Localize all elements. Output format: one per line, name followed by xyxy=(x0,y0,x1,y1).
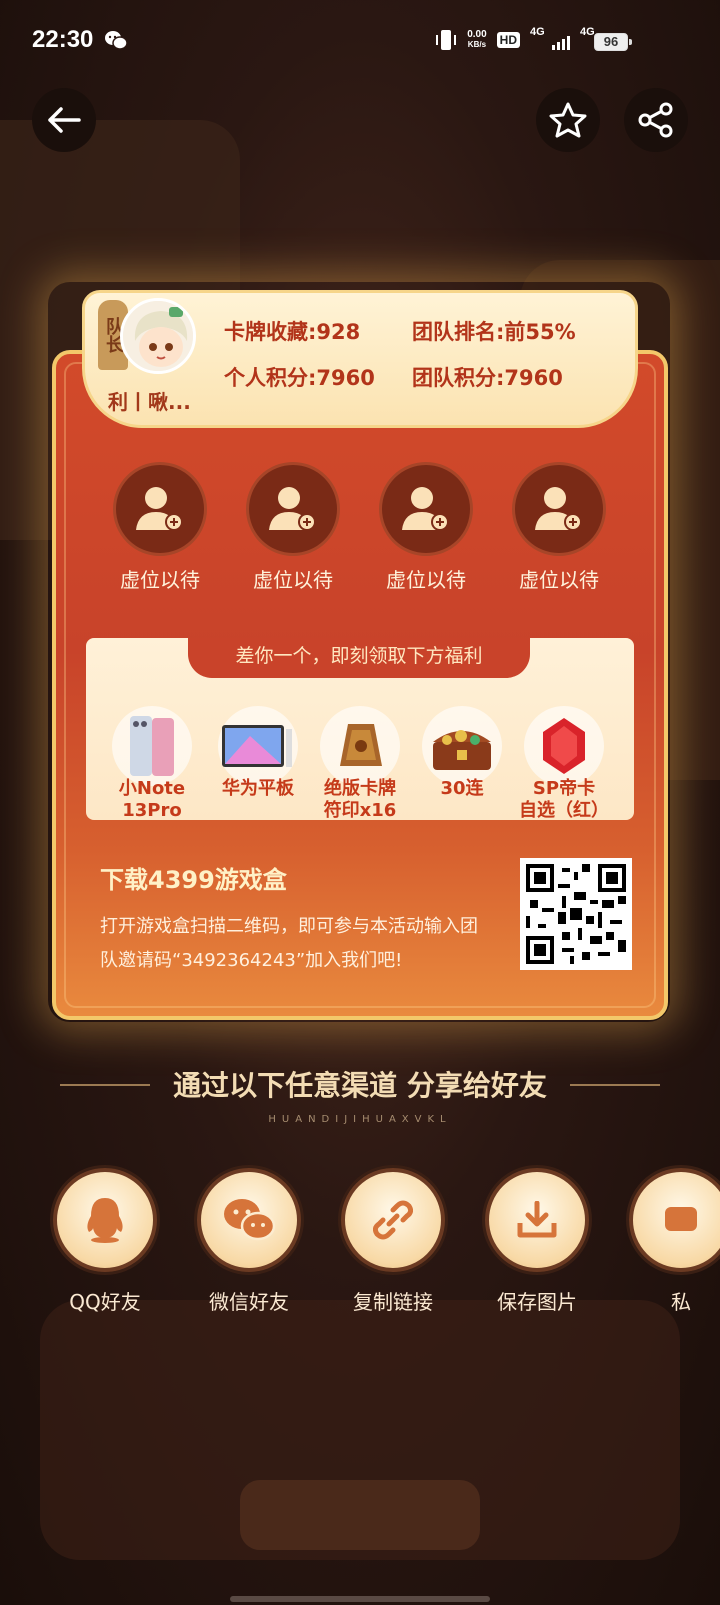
empty-slot-2[interactable]: 虚位以待 xyxy=(243,462,343,593)
download-title: 下载4399游戏盒 xyxy=(100,866,287,894)
team-points-stat: 团队积分:7960 xyxy=(412,366,563,390)
message-icon xyxy=(665,1207,697,1231)
link-icon xyxy=(373,1200,413,1240)
team-rank-stat: 团队排名:前55% xyxy=(412,320,576,344)
red-gem-icon xyxy=(543,718,585,774)
rewards-banner: 差你一个，即刻领取下方福利 xyxy=(188,638,530,678)
avatar[interactable] xyxy=(120,298,196,374)
status-bar: 22:30 0.00 KB/s HD 4G 4G 96 xyxy=(0,0,720,84)
home-indicator xyxy=(230,1596,490,1602)
download-description: 打开游戏盒扫描二维码，即可参与本活动输入团队邀请码“3492364243”加入我… xyxy=(100,916,478,971)
treasure-icon xyxy=(340,724,382,766)
empty-slot-1[interactable]: 虚位以待 xyxy=(110,462,210,593)
reward-phone: 小Note 13Pro xyxy=(102,706,202,822)
arrow-left-icon xyxy=(48,107,81,133)
share-title: 通过以下任意渠道 分享给好友 xyxy=(173,1069,547,1102)
wechat-icon xyxy=(224,1199,276,1241)
qr-code xyxy=(520,858,632,970)
empty-slot-3[interactable]: 虚位以待 xyxy=(376,462,476,593)
add-user-icon xyxy=(269,487,316,531)
network-speed: 0.00 KB/s xyxy=(467,29,487,50)
add-user-icon xyxy=(402,487,449,531)
star-icon xyxy=(549,102,587,138)
hd-badge: HD xyxy=(496,32,520,48)
empty-slot-4[interactable]: 虚位以待 xyxy=(509,462,609,593)
add-user-icon xyxy=(535,487,582,531)
reward-sp-card: SP帝卡 自选（红） xyxy=(514,706,614,822)
leader-nickname: 利丨啾... xyxy=(108,390,191,414)
tablet-icon xyxy=(222,725,292,767)
personal-points-stat: 个人积分:7960 xyxy=(224,366,375,390)
download-icon xyxy=(517,1201,557,1238)
reward-tablet: 华为平板 xyxy=(208,706,308,800)
reward-30-pulls: 30连 xyxy=(412,706,512,800)
add-user-icon xyxy=(136,487,183,531)
copy-link-button[interactable]: 复制链接 xyxy=(338,1168,448,1315)
share-qq-button[interactable]: QQ好友 xyxy=(50,1168,160,1315)
qq-icon xyxy=(87,1198,123,1243)
share-icon xyxy=(638,102,673,138)
status-time: 22:30 xyxy=(32,26,94,53)
share-private-message-button[interactable]: 私 xyxy=(626,1168,720,1315)
signal-sim1-icon: 4G xyxy=(530,26,570,50)
share-subtitle: HUANDIJIHUAXVKL xyxy=(268,1114,452,1125)
phone-icon xyxy=(130,716,174,776)
card-collection-stat: 卡牌收藏:928 xyxy=(224,320,361,344)
chest-icon xyxy=(433,730,491,770)
wechat-notification-icon xyxy=(105,31,128,50)
back-button[interactable] xyxy=(32,88,96,152)
vibrate-icon xyxy=(436,30,457,50)
favorite-button[interactable] xyxy=(536,88,600,152)
battery-indicator: 96 xyxy=(594,33,632,51)
reward-card-seal: 绝版卡牌 符印x16 xyxy=(310,706,410,822)
share-button[interactable] xyxy=(624,88,688,152)
share-wechat-button[interactable]: 微信好友 xyxy=(194,1168,304,1315)
save-image-button[interactable]: 保存图片 xyxy=(482,1168,592,1315)
